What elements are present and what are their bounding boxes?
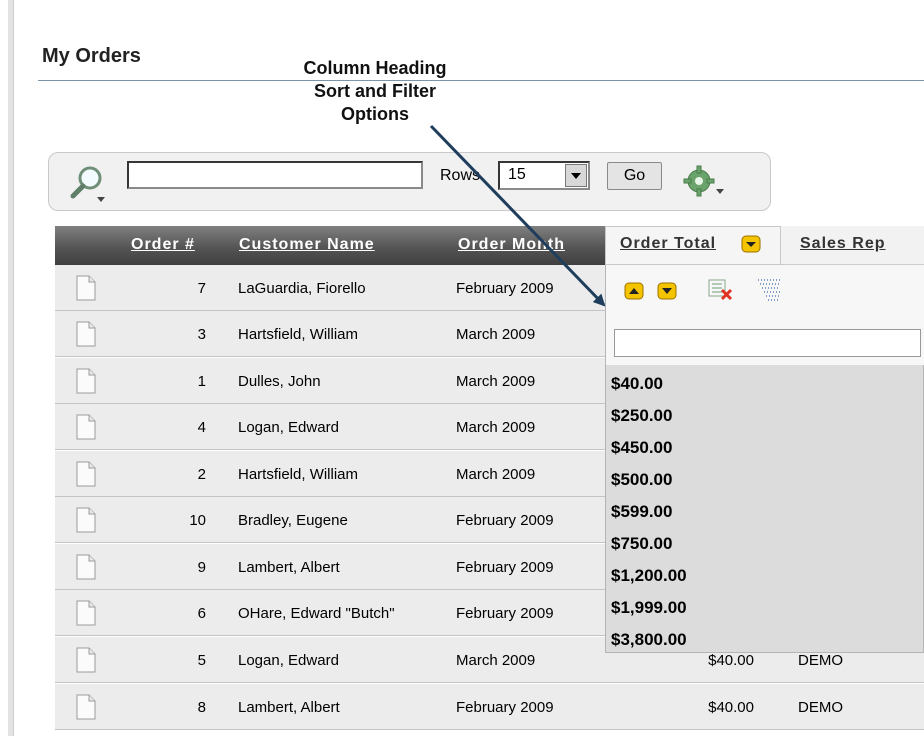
order-month: February 2009 <box>456 280 554 297</box>
rows-select-button[interactable] <box>565 164 587 187</box>
filter-value-item[interactable]: $40.00 <box>611 374 663 394</box>
document-icon[interactable] <box>76 414 96 440</box>
chevron-down-icon <box>571 172 581 179</box>
column-order-total-label: Order Total <box>620 235 717 252</box>
order-month: March 2009 <box>456 419 536 436</box>
order-number: 3 <box>197 326 206 343</box>
document-icon[interactable] <box>76 647 96 673</box>
order-total: $40.00 <box>708 699 754 716</box>
column-filter-menu: $40.00 $250.00 $450.00 $500.00 $599.00 $750.0… <box>605 265 924 653</box>
gear-tooth <box>683 178 692 184</box>
filter-value-item[interactable]: $250.00 <box>611 406 672 426</box>
document-icon[interactable] <box>76 321 96 347</box>
document-icon[interactable] <box>76 461 96 487</box>
filter-value-item[interactable]: $3,800.00 <box>611 630 687 650</box>
remove-filter-icon[interactable] <box>707 278 733 302</box>
order-number: 5 <box>197 652 206 669</box>
order-number: 10 <box>189 512 206 529</box>
filter-value-item[interactable]: $599.00 <box>611 502 672 522</box>
document-icon[interactable] <box>76 275 96 301</box>
go-button[interactable]: Go <box>607 162 662 190</box>
order-month: March 2009 <box>456 652 536 669</box>
table-row[interactable]: 8 Lambert, Albert February 2009 $40.00 D… <box>55 684 924 730</box>
filter-value-item[interactable]: $750.00 <box>611 534 672 554</box>
sales-rep: DEMO <box>798 652 843 669</box>
document-icon[interactable] <box>76 694 96 720</box>
document-icon[interactable] <box>76 368 96 394</box>
customer-name: Logan, Edward <box>238 419 339 436</box>
gear-tooth <box>706 178 715 184</box>
column-menu-icon[interactable] <box>741 235 761 253</box>
order-month: February 2009 <box>456 512 554 529</box>
order-number: 9 <box>197 559 206 576</box>
order-number: 8 <box>197 699 206 716</box>
column-customer-name[interactable]: Customer Name <box>239 236 375 254</box>
column-heading-annotation: Column Heading Sort and Filter Options <box>262 57 488 126</box>
filter-value-item[interactable]: $450.00 <box>611 438 672 458</box>
order-month: February 2009 <box>456 699 554 716</box>
column-sales-rep-label: Sales Rep <box>800 235 886 252</box>
column-sales-rep[interactable]: Sales Rep <box>781 226 924 265</box>
annotation-line-2: Sort and Filter <box>313 81 436 101</box>
sales-rep: DEMO <box>798 699 843 716</box>
document-icon[interactable] <box>76 600 96 626</box>
column-filter-input[interactable] <box>614 329 921 357</box>
customer-name: Logan, Edward <box>238 652 339 669</box>
document-icon[interactable] <box>76 554 96 580</box>
search-handle <box>70 183 86 199</box>
order-month: February 2009 <box>456 605 554 622</box>
order-month: March 2009 <box>456 466 536 483</box>
gear-tooth <box>696 165 702 174</box>
annotation-line-3: Options <box>341 104 409 124</box>
search-bar: Rows 15 Go <box>48 152 771 211</box>
sort-ascending-icon[interactable] <box>624 282 644 300</box>
rows-select-value: 15 <box>508 166 526 183</box>
order-number: 1 <box>197 373 206 390</box>
gear-menu-chevron-icon <box>716 189 724 194</box>
search-menu-chevron-icon <box>97 197 105 202</box>
customer-name: Bradley, Eugene <box>238 512 348 529</box>
customer-name: Hartsfield, William <box>238 326 359 343</box>
column-order-month[interactable]: Order Month <box>458 236 565 254</box>
order-number: 2 <box>197 466 206 483</box>
column-order-number[interactable]: Order # <box>131 236 195 254</box>
rows-label: Rows <box>440 167 481 184</box>
order-number: 7 <box>197 280 206 297</box>
order-total: $40.00 <box>708 652 754 669</box>
customer-name: Lambert, Albert <box>238 559 340 576</box>
order-number: 6 <box>197 605 206 622</box>
control-break-icon[interactable] <box>755 277 783 303</box>
customer-name: Dulles, John <box>238 373 321 390</box>
search-icon[interactable] <box>67 163 107 205</box>
annotation-line-1: Column Heading <box>303 58 447 78</box>
left-rule <box>8 0 14 736</box>
filter-value-item[interactable]: $1,200.00 <box>611 566 687 586</box>
document-icon[interactable] <box>76 507 96 533</box>
customer-name: Hartsfield, William <box>238 466 359 483</box>
sort-descending-icon[interactable] <box>657 282 677 300</box>
rows-select[interactable]: 15 <box>498 161 590 190</box>
search-input[interactable] <box>127 161 423 189</box>
column-order-total[interactable]: Order Total <box>605 226 781 265</box>
gear-icon[interactable] <box>680 165 726 199</box>
customer-name: LaGuardia, Fiorello <box>238 280 366 297</box>
gear-tooth <box>696 188 702 197</box>
customer-name: OHare, Edward "Butch" <box>238 605 395 622</box>
order-month: March 2009 <box>456 326 536 343</box>
customer-name: Lambert, Albert <box>238 699 340 716</box>
order-month: March 2009 <box>456 373 536 390</box>
filter-value-item[interactable]: $500.00 <box>611 470 672 490</box>
page-title: My Orders <box>42 45 141 67</box>
order-number: 4 <box>197 419 206 436</box>
gear-hole <box>695 177 703 185</box>
filter-value-item[interactable]: $1,999.00 <box>611 598 687 618</box>
order-month: February 2009 <box>456 559 554 576</box>
